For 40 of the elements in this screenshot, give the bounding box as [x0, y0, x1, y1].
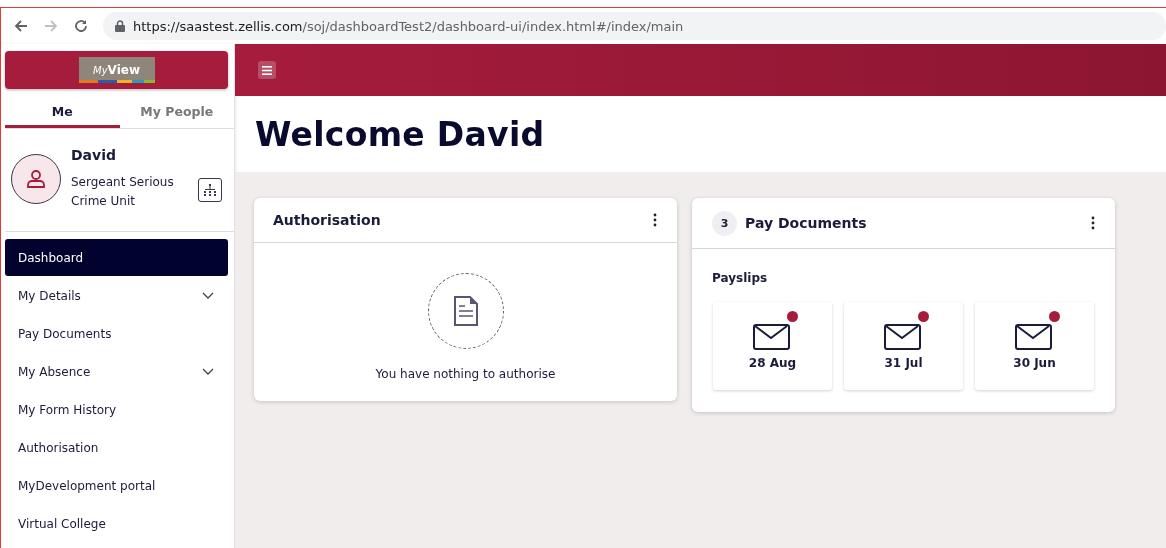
tab[interactable]: Me [5, 95, 120, 128]
card-title: Pay Documents [745, 215, 867, 231]
url-text: https://saastest.zellis.com/soj/dashboardTest2/dashboard-ui/index.html#/index/main [133, 18, 684, 34]
payslip-card[interactable]: 31 Jul [844, 302, 963, 390]
nav-item[interactable]: Dashboard [5, 239, 228, 276]
nav-item[interactable]: MyDevelopment portal [5, 467, 228, 505]
nav-item[interactable]: My Absence [5, 353, 228, 391]
address-bar[interactable]: https://saastest.zellis.com/soj/dashboardTest2/dashboard-ui/index.html#/index/main [103, 12, 1166, 40]
lock-icon [115, 20, 125, 32]
nav-item[interactable]: My Details [5, 277, 228, 315]
more-icon[interactable] [653, 213, 657, 227]
payslip-card[interactable]: 28 Aug [713, 302, 832, 390]
nav-item[interactable]: Pay Documents [5, 315, 228, 353]
menu-button[interactable] [258, 61, 276, 79]
card-title: Authorisation [273, 212, 381, 228]
payslip-card[interactable]: 30 Jun [975, 302, 1094, 390]
count-badge: 3 [712, 210, 737, 236]
tab[interactable]: My People [119, 95, 234, 128]
menu-icon [262, 65, 272, 75]
user-role: Sergeant Serious Crime Unit [71, 174, 175, 210]
document-icon [453, 296, 478, 326]
org-chart-icon [204, 184, 216, 196]
user-name: David [71, 147, 117, 163]
more-icon[interactable] [1091, 216, 1095, 230]
back-icon[interactable] [13, 18, 29, 34]
nav-item[interactable]: My Form History [5, 391, 228, 429]
section-heading: Payslips [711, 270, 769, 285]
logo[interactable]: MyView [78, 57, 155, 83]
nav-item[interactable]: Virtual College [5, 505, 228, 543]
nav-item[interactable]: Authorisation [5, 429, 228, 467]
payslip-date: 31 Jul [884, 356, 923, 370]
reload-icon[interactable] [73, 18, 89, 34]
welcome-title: Welcome David [255, 114, 545, 154]
person-icon [26, 169, 46, 189]
chevron-down-icon [202, 368, 214, 376]
chevron-down-icon [202, 292, 214, 300]
payslip-date: 30 Jun [1013, 356, 1056, 370]
empty-message: You have nothing to authorise [375, 367, 556, 381]
org-chart-button[interactable] [198, 178, 222, 202]
payslip-date: 28 Aug [748, 356, 797, 370]
